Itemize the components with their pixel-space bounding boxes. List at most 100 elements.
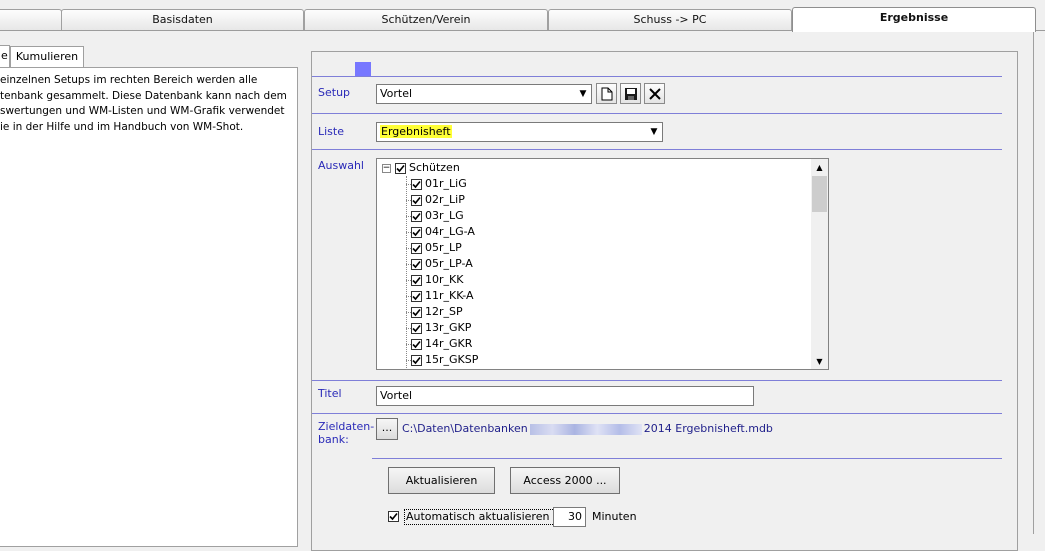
tab-schuss-pc-label: Schuss -> PC [633,13,707,26]
separator-line [312,149,1002,150]
tree-item-label: 01r_LiG [425,177,467,190]
minutes-unit-label: Minuten [592,510,637,523]
database-path: C:\Daten\Datenbanken 2014 Ergebnisheft.md… [402,422,773,435]
tree-item-label: 05r_LP-A [425,257,473,270]
browse-database-button[interactable]: ... [376,418,398,440]
tree-item[interactable]: 01r_LiG [406,176,467,192]
tree-checkbox[interactable] [411,338,422,350]
color-swatch[interactable] [355,62,371,76]
tree-item[interactable]: 12r_SP [406,304,463,320]
tree-item-label: 13r_GKP [425,321,472,334]
auto-update-checkbox[interactable] [388,511,399,524]
tree-item-label: Schützen [409,161,460,174]
redacted-path-segment [529,423,642,435]
chevron-down-icon[interactable]: ▼ [647,124,661,140]
tree-item[interactable]: 05r_LP-A [406,256,473,272]
tree-scrollbar-thumb[interactable] [812,176,827,212]
separator-line [312,413,1002,414]
tree-item-label: 03r_LG [425,209,464,222]
left-description-pane [0,67,298,547]
database-path-suffix: 2014 Ergebnisheft.mdb [643,422,773,435]
tree-checkbox[interactable] [411,290,422,302]
checkmark-icon [389,512,398,521]
tree-checkbox[interactable] [411,258,422,270]
tree-checkbox[interactable] [411,194,422,206]
minutes-input[interactable]: 30 [553,507,586,527]
aktualisieren-label: Aktualisieren [405,474,478,487]
titel-value: Vortel [380,389,413,402]
tree-item[interactable]: 14r_GKR [406,336,472,352]
chevron-down-icon[interactable]: ▼ [576,86,590,102]
left-tab-partial-label: e [1,49,8,62]
liste-combobox[interactable]: Ergebnisheft ▼ [376,122,663,142]
tab-ergebnisse-label: Ergebnisse [879,11,949,24]
tab-schuss-pc[interactable]: Schuss -> PC [548,9,792,31]
tree-checkbox[interactable] [411,210,422,222]
tab-ergebnisse[interactable]: Ergebnisse [792,7,1036,32]
tree-root-schuetzen[interactable]: − Schützen [382,160,460,176]
tree-item-label: 11r_KK-A [425,289,474,302]
left-tab-kumulieren-label: Kumulieren [15,50,79,63]
setup-value: Vortel [380,87,413,100]
tree-item[interactable]: 05r_LP [406,240,462,256]
tab-hidden-left[interactable] [0,9,62,31]
tree-item-label: 12r_SP [425,305,463,318]
tree-item[interactable]: 10r_KK [406,272,463,288]
tree-item-label: 15r_GKSP [425,353,479,366]
delete-button[interactable] [644,83,665,104]
setup-label: Setup [318,86,351,99]
tree-item[interactable]: 03r_LG [406,208,464,224]
zieldatenbank-label-line2: bank: [318,433,349,446]
tree-item-label: 14r_GKR [425,337,473,350]
liste-label: Liste [318,125,344,138]
browse-database-label: ... [381,421,393,434]
tab-basisdaten[interactable]: Basisdaten [61,9,304,31]
tree-item-label: 05r_LP [425,241,462,254]
setup-combobox[interactable]: Vortel ▼ [376,84,592,104]
tree-item[interactable]: 15r_GKSP [406,352,478,368]
window-right-edge [1033,31,1045,534]
access-2000-button[interactable]: Access 2000 ... [510,467,620,494]
separator-line [372,458,1002,459]
tree-checkbox[interactable] [411,354,422,366]
database-path-prefix: C:\Daten\Datenbanken [402,422,528,435]
tree-item[interactable]: 11r_KK-A [406,288,474,304]
liste-value: Ergebnisheft [380,125,452,138]
auswahl-label: Auswahl [318,159,364,172]
zieldatenbank-label-line1: Zieldaten- [318,420,375,433]
access-2000-label: Access 2000 ... [523,474,607,487]
tree-item[interactable]: 04r_LG-A [406,224,475,240]
tree-item[interactable]: 13r_GKP [406,320,471,336]
scroll-down-icon[interactable]: ▼ [812,356,827,368]
scroll-up-icon[interactable]: ▲ [812,162,827,174]
auto-update-label[interactable]: Automatisch aktualisieren alle [404,509,575,525]
left-description-text: einzelnen Setups im rechten Bereich werd… [0,74,287,133]
save-disk-icon [624,87,637,100]
tree-checkbox[interactable] [411,242,422,254]
delete-x-icon [648,87,661,100]
minutes-value: 30 [568,510,582,523]
tab-schuetzen-verein-label: Schützen/Verein [381,13,471,26]
separator-line [312,113,1002,114]
tree-item-label: 04r_LG-A [425,225,475,238]
left-tab-partial[interactable]: e [0,45,10,67]
aktualisieren-button[interactable]: Aktualisieren [388,467,495,494]
tree-item[interactable]: 02r_LiP [406,192,465,208]
separator-line [312,76,1002,77]
save-button[interactable] [620,83,641,104]
separator-line [312,380,1002,381]
zieldatenbank-label: Zieldaten- bank: [318,420,374,446]
tree-checkbox[interactable] [411,306,422,318]
tree-item-label: 10r_KK [425,273,464,286]
tree-checkbox[interactable] [411,178,422,190]
tree-checkbox[interactable] [411,322,422,334]
tree-checkbox[interactable] [411,226,422,238]
left-tab-kumulieren[interactable]: Kumulieren [10,46,84,68]
tab-schuetzen-verein[interactable]: Schützen/Verein [304,9,548,31]
tree-item-label: 02r_LiP [425,193,465,206]
titel-input[interactable]: Vortel [376,386,754,406]
tree-checkbox[interactable] [411,274,422,286]
new-document-button[interactable] [596,83,617,104]
collapse-icon[interactable]: − [382,163,391,173]
tree-checkbox[interactable] [395,162,406,174]
